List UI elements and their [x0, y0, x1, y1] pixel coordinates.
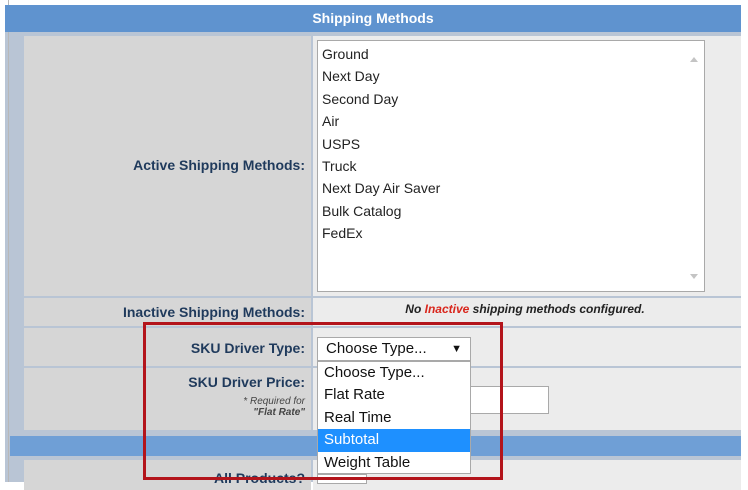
- active-methods-label: Active Shipping Methods:: [133, 157, 305, 173]
- inactive-message-suffix: shipping methods configured.: [469, 302, 645, 316]
- inactive-message-prefix: No: [405, 302, 425, 316]
- scroll-down-icon[interactable]: [690, 274, 698, 279]
- section-header: Shipping Methods: [5, 5, 741, 32]
- active-methods-listbox[interactable]: Ground Next Day Second Day Air USPS Truck Next…: [317, 40, 705, 292]
- shipping-method-option[interactable]: Ground: [322, 43, 704, 65]
- scroll-up-icon[interactable]: [690, 57, 698, 62]
- highlight-annotation: [143, 322, 503, 480]
- inactive-methods-label: Inactive Shipping Methods:: [122, 304, 305, 320]
- shipping-method-option[interactable]: USPS: [322, 133, 704, 155]
- shipping-method-option[interactable]: Next Day Air Saver: [322, 177, 704, 199]
- shipping-method-option[interactable]: FedEx: [322, 222, 704, 244]
- inactive-message-keyword: Inactive: [424, 302, 470, 316]
- active-methods-list: Ground Next Day Second Day Air USPS Truck Next…: [318, 41, 704, 245]
- active-methods-label-cell: Active Shipping Methods:: [24, 36, 311, 296]
- left-divider: [8, 0, 9, 482]
- shipping-method-option[interactable]: Bulk Catalog: [322, 200, 704, 222]
- shipping-method-option[interactable]: Truck: [322, 155, 704, 177]
- inactive-methods-message: No Inactive shipping methods configured.: [315, 302, 735, 316]
- shipping-method-option[interactable]: Air: [322, 110, 704, 132]
- shipping-method-option[interactable]: Second Day: [322, 88, 704, 110]
- shipping-method-option[interactable]: Next Day: [322, 65, 704, 87]
